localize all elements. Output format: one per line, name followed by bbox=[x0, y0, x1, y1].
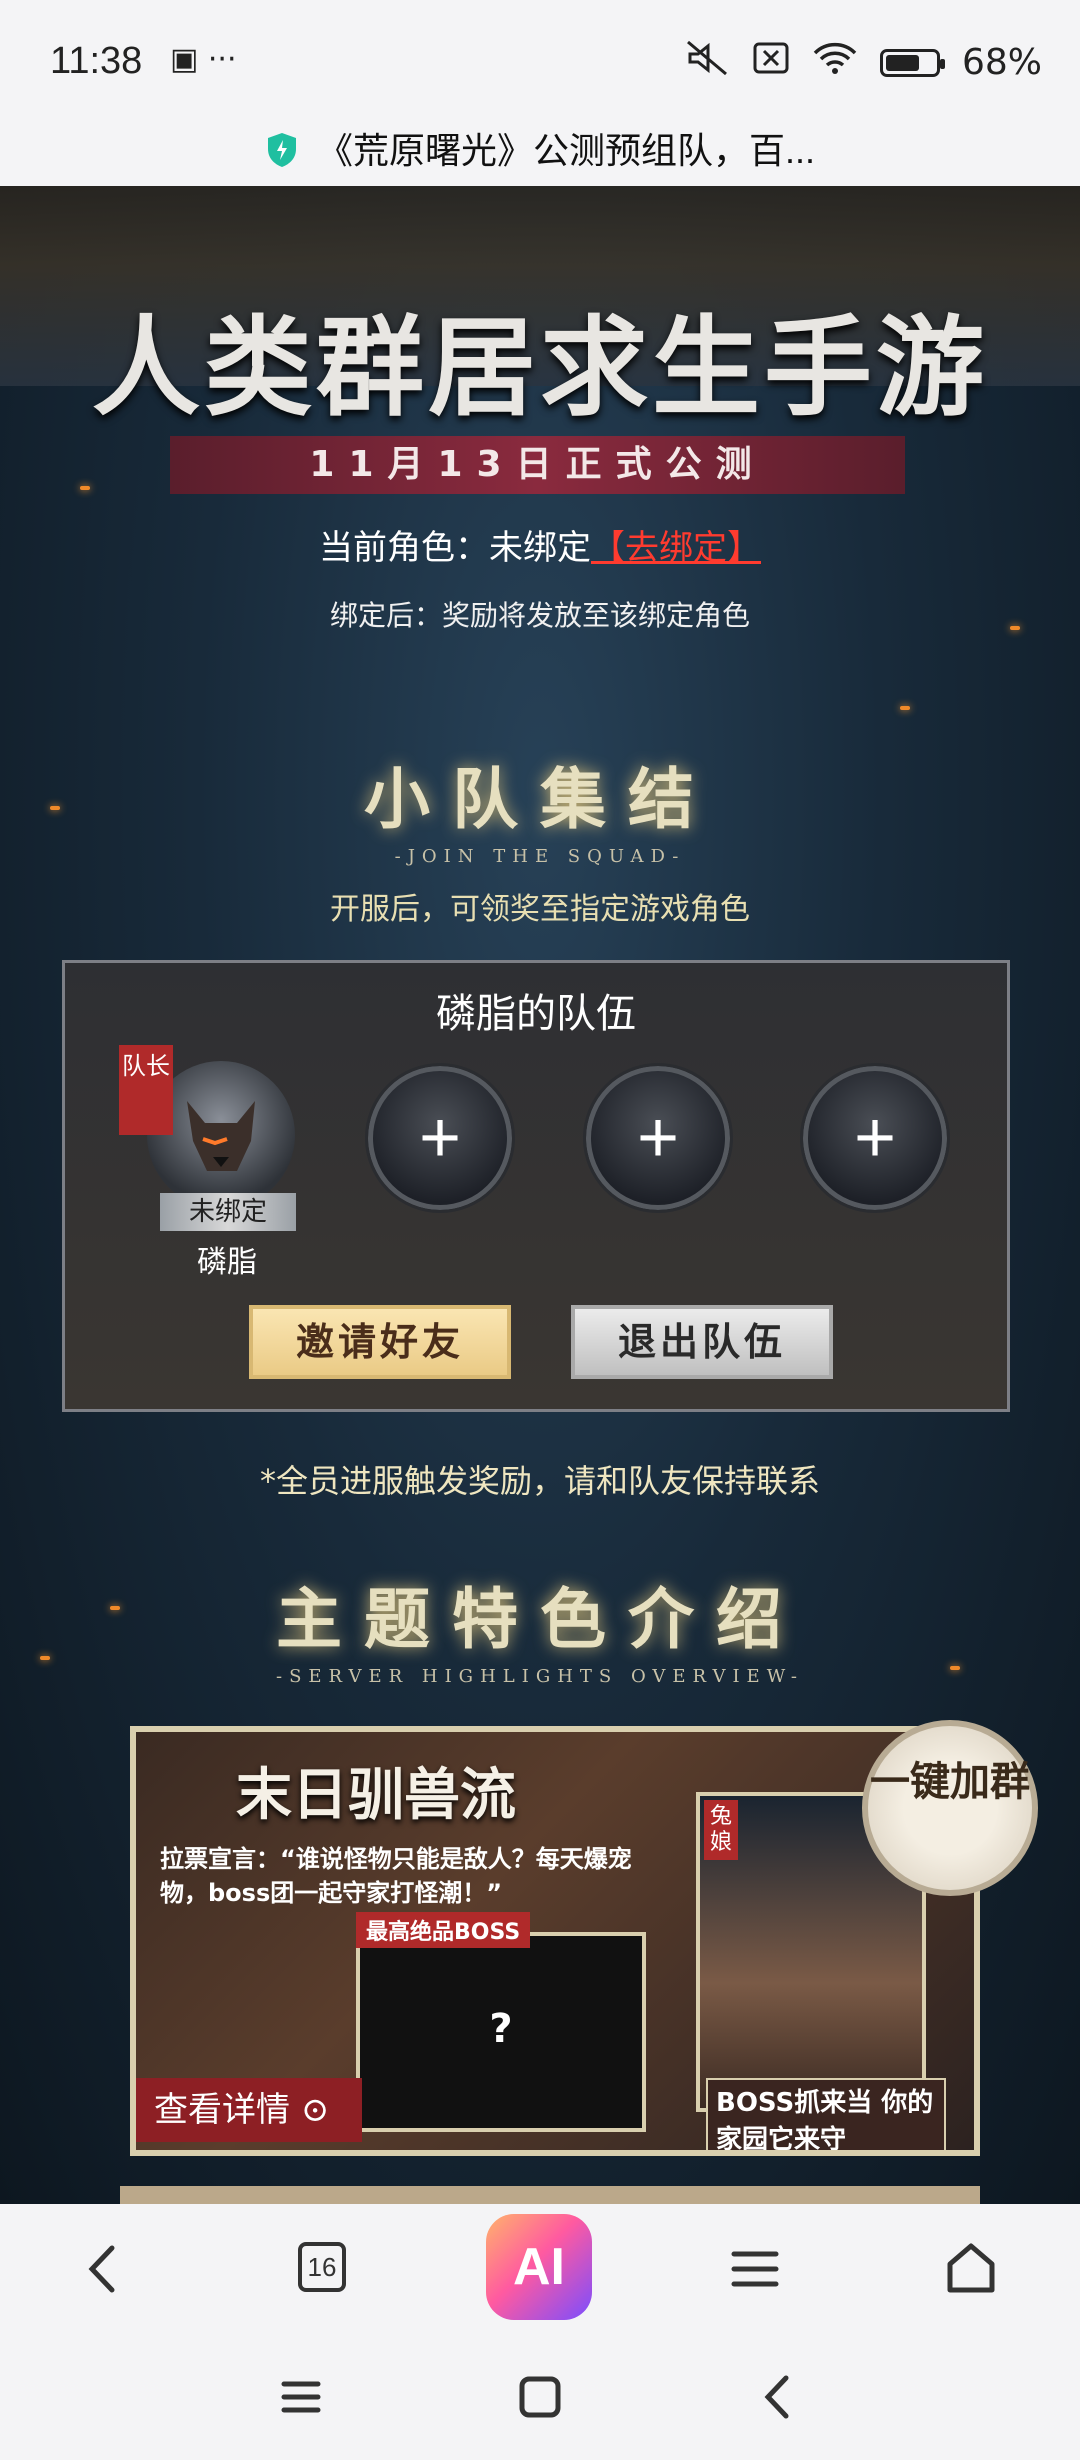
ember-decoration bbox=[80, 486, 90, 490]
address-bar[interactable]: 《荒原曙光》公测预组队，百... bbox=[0, 112, 1080, 186]
feature-quote: 拉票宣言：“谁说怪物只能是敌人？每天爆宠物，boss团一起守家打怪潮！” bbox=[160, 1845, 632, 1907]
squad-section-subtitle: -JOIN THE SQUAD- bbox=[394, 846, 686, 867]
plus-icon: + bbox=[636, 1098, 680, 1178]
view-details-button[interactable]: 查看详情 ⊙ bbox=[136, 2078, 362, 2142]
plus-icon: + bbox=[418, 1098, 462, 1178]
squad-section-desc: 开服后，可领奖至指定游戏角色 bbox=[330, 892, 750, 927]
rabbit-girl-tag: 兔娘 bbox=[704, 1800, 738, 1860]
home-icon bbox=[947, 2243, 995, 2293]
current-role-line: 当前角色：未绑定【去绑定】 bbox=[0, 520, 1080, 569]
member-name: 磷脂 bbox=[197, 1245, 257, 1280]
squad-card: 磷脂的队伍 队长 未绑定 磷脂 + + + 邀请好友 退出队伍 bbox=[62, 960, 1010, 1412]
chevron-left-icon bbox=[764, 2375, 789, 2419]
feature-banner-title: 末日驯兽流 bbox=[236, 1762, 516, 1828]
security-shield-icon bbox=[267, 133, 296, 167]
system-home-button[interactable] bbox=[505, 2362, 575, 2432]
tabs-button[interactable]: 16 bbox=[298, 2242, 346, 2292]
invite-friend-button[interactable]: 邀请好友 bbox=[249, 1305, 511, 1379]
team-name: 磷脂的队伍 bbox=[436, 991, 636, 1037]
system-navigation-bar bbox=[0, 2334, 1080, 2460]
battery-percent: 68% bbox=[961, 42, 1042, 83]
battery-icon bbox=[879, 48, 945, 77]
captain-tag: 队长 bbox=[119, 1045, 173, 1135]
page-title: 《荒原曙光》公测预组队，百... bbox=[316, 130, 815, 171]
bind-role-link[interactable]: 【去绑定】 bbox=[591, 528, 761, 568]
leave-team-button[interactable]: 退出队伍 bbox=[571, 1305, 833, 1379]
game-slogan-title: 人类群居求生手游 bbox=[91, 305, 988, 431]
join-group-button[interactable]: 一键加群 bbox=[862, 1720, 1038, 1896]
view-details-label: 查看详情 bbox=[154, 2090, 290, 2130]
reward-footnote: *全员进服触发奖励，请和队友保持联系 bbox=[259, 1462, 820, 1500]
status-time: 11:38 bbox=[50, 40, 143, 82]
no-sim-icon bbox=[752, 41, 790, 84]
system-back-button[interactable] bbox=[744, 2362, 814, 2432]
chevron-left-icon bbox=[88, 2245, 115, 2293]
feature-section-subtitle: -SERVER HIGHLIGHTS OVERVIEW- bbox=[276, 1666, 804, 1687]
squad-section-title: 小队集结 bbox=[364, 760, 716, 838]
launch-date-banner: 11月13日正式公测 bbox=[170, 436, 905, 494]
empty-slot-1[interactable]: + bbox=[365, 1063, 515, 1213]
menu-lines-icon bbox=[281, 2381, 321, 2413]
boss-silhouette: ? bbox=[356, 1932, 646, 2132]
status-icons: 68% bbox=[686, 40, 1042, 85]
back-button[interactable] bbox=[70, 2234, 140, 2304]
menu-button[interactable] bbox=[720, 2234, 790, 2304]
ai-assistant-button[interactable]: AI bbox=[486, 2214, 592, 2320]
empty-slot-3[interactable]: + bbox=[800, 1063, 950, 1213]
bind-hint-text: 绑定后：奖励将发放至该绑定角色 bbox=[329, 599, 750, 632]
ember-decoration bbox=[900, 706, 910, 710]
member-status-badge: 未绑定 bbox=[160, 1193, 296, 1231]
boss-caption: BOSS抓来当 你的家园它来守 bbox=[706, 2078, 946, 2150]
recent-apps-button[interactable] bbox=[266, 2362, 336, 2432]
next-banner-edge bbox=[120, 2186, 980, 2204]
feature-banner[interactable]: 末日驯兽流 拉票宣言：“谁说怪物只能是敌人？每天爆宠物，boss团一起守家打怪潮… bbox=[130, 1726, 980, 2156]
wifi-icon bbox=[812, 41, 858, 84]
empty-slot-2[interactable]: + bbox=[583, 1063, 733, 1213]
notification-dots-icon: ▣ ··· bbox=[170, 42, 237, 77]
mute-icon bbox=[686, 40, 730, 85]
arrow-right-icon: ⊙ bbox=[300, 2090, 330, 2130]
menu-icon bbox=[731, 2251, 779, 2287]
boss-tag: 最高绝品BOSS bbox=[356, 1912, 531, 1948]
status-bar: 11:38 ▣ ··· 68% bbox=[0, 0, 1080, 112]
boss-question-mark: ? bbox=[489, 2006, 513, 2052]
browser-toolbar: 16 AI bbox=[0, 2204, 1080, 2334]
current-role-label: 当前角色：未绑定 bbox=[319, 528, 591, 568]
feature-section-title: 主题特色介绍 bbox=[276, 1580, 804, 1658]
web-content[interactable]: 人类群居求生手游 11月13日正式公测 当前角色：未绑定【去绑定】 绑定后：奖励… bbox=[0, 186, 1080, 2204]
square-icon bbox=[519, 2376, 561, 2418]
plus-icon: + bbox=[853, 1098, 897, 1178]
home-button[interactable] bbox=[936, 2234, 1006, 2304]
